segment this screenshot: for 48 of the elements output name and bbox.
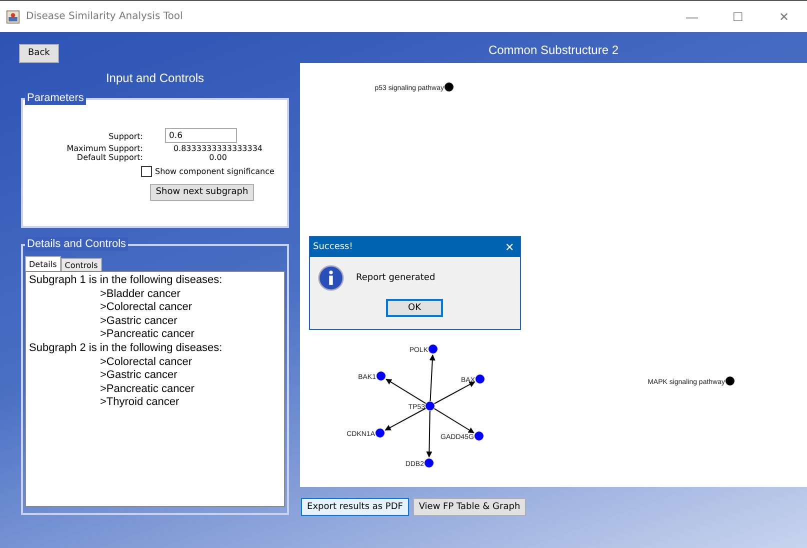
text-line: >Colorectal cancer	[99, 301, 194, 315]
graph-node	[428, 344, 438, 354]
field-value: 0.00	[208, 153, 228, 162]
graph-node	[444, 82, 454, 92]
text-line: >Thyroid cancer	[99, 396, 180, 410]
maximize-button[interactable]: ☐	[715, 2, 761, 32]
text-line: Subgraph 2 is in the following diseases:	[29, 342, 224, 356]
field-label: Default Support:	[76, 153, 143, 162]
support-input[interactable]: 0.6	[165, 128, 237, 143]
panel-legend: Parameters	[25, 91, 86, 105]
minimize-button[interactable]: —	[669, 2, 715, 32]
field-label: Maximum Support:	[66, 144, 143, 153]
dialog-title: Success!	[313, 242, 353, 252]
panel-title: Input and Controls	[104, 70, 206, 87]
text-line: >Pancreatic cancer	[99, 382, 196, 396]
field-value: 0.8333333333333334	[172, 144, 264, 153]
action-button[interactable]: View FP Table & Graph	[413, 498, 526, 516]
ok-button[interactable]: OK	[386, 299, 443, 317]
panel-legend: Details and Controls	[25, 237, 128, 251]
text-line: Subgraph 1 is in the following diseases:	[29, 274, 224, 288]
show-next-subgraph-button[interactable]: Show next subgraph	[150, 184, 254, 200]
checkbox-label: Show component significance	[155, 167, 274, 176]
action-button[interactable]: Export results as PDF	[301, 498, 409, 516]
text-line: >Gastric cancer	[99, 314, 178, 328]
graph-node	[474, 432, 484, 440]
text-line: >Colorectal cancer	[99, 356, 194, 370]
graph-title: Common Substructure 2	[487, 42, 620, 59]
back-button[interactable]: Back	[19, 44, 59, 62]
field-label: Support:	[108, 132, 143, 140]
graph-node	[426, 402, 434, 410]
text-line: >Bladder cancer	[99, 288, 182, 302]
close-button[interactable]: ✕	[761, 2, 807, 32]
close-button[interactable]: ✕	[499, 240, 520, 254]
dialog-message: Report generated	[356, 273, 436, 283]
graph-node	[726, 376, 734, 386]
edge-arrow	[386, 378, 426, 404]
graph-node	[376, 372, 386, 380]
info-icon	[318, 265, 344, 291]
checkbox[interactable]	[141, 166, 152, 177]
graph-node	[376, 428, 384, 438]
window-title: Disease Similarity Analysis Tool	[26, 11, 183, 22]
text-line: >Gastric cancer	[99, 369, 178, 383]
text-line: >Pancreatic cancer	[99, 328, 196, 342]
tab[interactable]: Controls	[60, 258, 102, 271]
tab[interactable]: Details	[25, 256, 61, 271]
app-icon	[6, 10, 20, 24]
graph-node	[476, 374, 484, 384]
graph-node	[424, 458, 434, 468]
